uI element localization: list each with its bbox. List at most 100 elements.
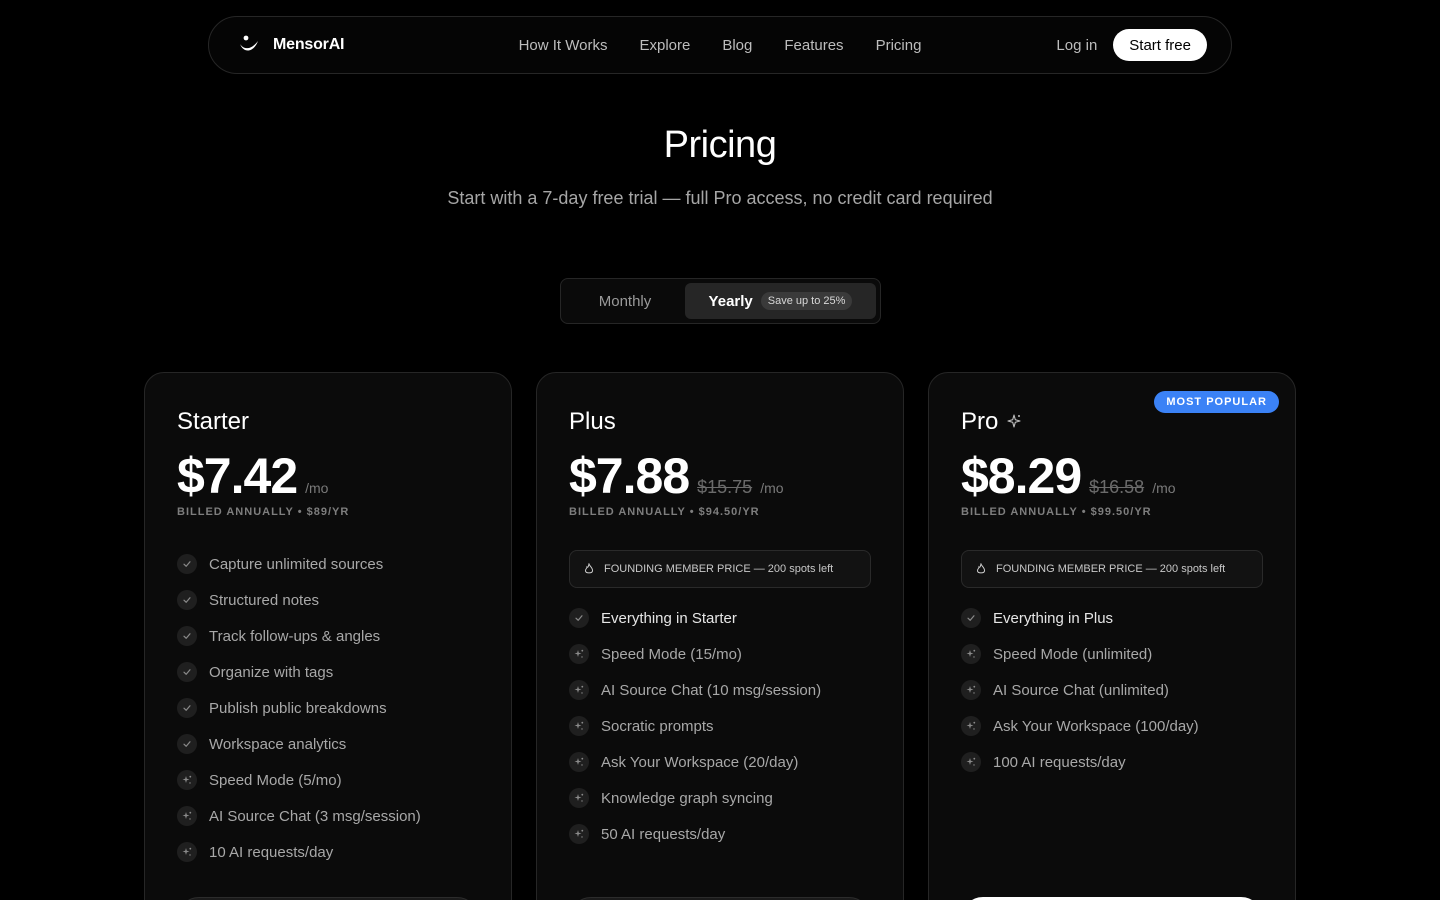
brand[interactable]: MensorAI [237, 33, 345, 57]
nav-link-pricing[interactable]: Pricing [876, 37, 922, 54]
founding-member-banner: FOUNDING MEMBER PRICE — 200 spots left [961, 550, 1263, 588]
sparkle-icon [961, 752, 981, 772]
feature-list: Everything in Starter Speed Mode (15/mo) A… [569, 600, 871, 852]
feature-text: 100 AI requests/day [993, 753, 1126, 771]
sparkle-icon [177, 806, 197, 826]
check-icon [177, 698, 197, 718]
feature-list: Everything in Plus Speed Mode (unlimited)… [961, 600, 1263, 780]
toggle-yearly[interactable]: Yearly Save up to 25% [685, 283, 876, 319]
feature-list: Capture unlimited sources Structured note… [177, 546, 479, 870]
sparkle-icon [177, 770, 197, 790]
flame-icon [974, 562, 988, 576]
feature-item: Capture unlimited sources [177, 546, 479, 582]
feature-text: Workspace analytics [209, 735, 347, 753]
plan-card-plus: Plus $7.88 $15.75 /mo BILLED ANNUALLY • … [536, 372, 904, 900]
feature-text: Ask Your Workspace (100/day) [993, 717, 1199, 735]
plan-name-text: Starter [177, 408, 250, 435]
sparkle-icon [569, 752, 589, 772]
feature-text: Everything in Plus [993, 609, 1114, 627]
feature-item: 50 AI requests/day [569, 816, 871, 852]
feature-text: Ask Your Workspace (20/day) [601, 753, 799, 771]
feature-item: 100 AI requests/day [961, 744, 1263, 780]
feature-text: AI Source Chat (unlimited) [993, 681, 1169, 699]
feature-item: Speed Mode (unlimited) [961, 636, 1263, 672]
feature-text: AI Source Chat (3 msg/session) [209, 807, 421, 825]
price-row: $8.29 $16.58 /mo [961, 448, 1263, 504]
founding-text: FOUNDING MEMBER PRICE — 200 spots left [604, 563, 834, 575]
feature-item: Speed Mode (5/mo) [177, 762, 479, 798]
feature-text: Capture unlimited sources [209, 555, 384, 573]
sparkle-icon [177, 842, 197, 862]
feature-item: Track follow-ups & angles [177, 618, 479, 654]
sparkle-icon [569, 680, 589, 700]
original-price: $15.75 [697, 477, 753, 497]
price-period: /mo [760, 480, 784, 496]
feature-text: 50 AI requests/day [601, 825, 726, 843]
check-icon [177, 626, 197, 646]
sparkle-icon [569, 644, 589, 664]
feature-item: Everything in Plus [961, 600, 1263, 636]
feature-item: Everything in Starter [569, 600, 871, 636]
feature-text: Organize with tags [209, 663, 334, 681]
top-nav: MensorAI How It Works Explore Blog Featu… [208, 16, 1232, 74]
plan-name-text: Plus [569, 408, 616, 435]
sparkle-icon [569, 824, 589, 844]
toggle-yearly-label: Yearly [708, 292, 753, 310]
login-link[interactable]: Log in [1056, 37, 1097, 54]
price-period: /mo [305, 480, 329, 496]
feature-text: Everything in Starter [601, 609, 737, 627]
feature-item: AI Source Chat (10 msg/session) [569, 672, 871, 708]
nav-link-features[interactable]: Features [784, 37, 843, 54]
flame-icon [582, 562, 596, 576]
plan-price: $8.29 [961, 448, 1082, 504]
feature-item: Workspace analytics [177, 726, 479, 762]
feature-text: Speed Mode (unlimited) [993, 645, 1153, 663]
nav-actions: Log in Start free [1056, 29, 1207, 61]
feature-text: Publish public breakdowns [209, 699, 387, 717]
brand-name: MensorAI [273, 36, 345, 53]
nav-link-blog[interactable]: Blog [722, 37, 752, 54]
check-icon [177, 554, 197, 574]
original-price: $16.58 [1089, 477, 1145, 497]
feature-item: Ask Your Workspace (100/day) [961, 708, 1263, 744]
plan-price: $7.42 [177, 448, 298, 504]
feature-item: 10 AI requests/day [177, 834, 479, 870]
feature-item: Knowledge graph syncing [569, 780, 871, 816]
feature-item: AI Source Chat (3 msg/session) [177, 798, 479, 834]
nav-link-explore[interactable]: Explore [639, 37, 690, 54]
feature-item: Speed Mode (15/mo) [569, 636, 871, 672]
plan-card-pro: MOST POPULAR Pro $8.29 $16.58 /mo BILLED… [928, 372, 1296, 900]
feature-item: Structured notes [177, 582, 479, 618]
plan-name: Plus [569, 406, 871, 438]
sparkle-icon [569, 716, 589, 736]
sparkle-icon [1006, 408, 1022, 436]
feature-text: Structured notes [209, 591, 320, 609]
founding-member-banner: FOUNDING MEMBER PRICE — 200 spots left [569, 550, 871, 588]
check-icon [177, 662, 197, 682]
sparkle-icon [569, 788, 589, 808]
billed-note: BILLED ANNUALLY • $89/YR [177, 506, 350, 518]
founding-text: FOUNDING MEMBER PRICE — 200 spots left [996, 563, 1226, 575]
feature-text: Knowledge graph syncing [601, 789, 773, 807]
feature-text: Speed Mode (5/mo) [209, 771, 342, 789]
feature-text: 10 AI requests/day [209, 843, 334, 861]
start-free-button[interactable]: Start free [1113, 29, 1207, 61]
check-icon [177, 590, 197, 610]
feature-text: Socratic prompts [601, 717, 714, 735]
billed-note: BILLED ANNUALLY • $94.50/YR [569, 506, 760, 518]
plan-price: $7.88 [569, 448, 690, 504]
check-icon [569, 608, 589, 628]
price-row: $7.42 /mo [177, 448, 479, 504]
feature-item: Publish public breakdowns [177, 690, 479, 726]
plan-name-text: Pro [961, 408, 999, 435]
page-subtitle: Start with a 7-day free trial — full Pro… [447, 188, 993, 208]
sparkle-icon [961, 680, 981, 700]
toggle-monthly[interactable]: Monthly [565, 283, 685, 319]
most-popular-badge: MOST POPULAR [1154, 391, 1279, 413]
sparkle-icon [961, 716, 981, 736]
feature-item: Organize with tags [177, 654, 479, 690]
nav-link-how-it-works[interactable]: How It Works [519, 37, 608, 54]
feature-item: AI Source Chat (unlimited) [961, 672, 1263, 708]
plan-name: Starter [177, 406, 479, 438]
save-badge: Save up to 25% [760, 292, 853, 310]
